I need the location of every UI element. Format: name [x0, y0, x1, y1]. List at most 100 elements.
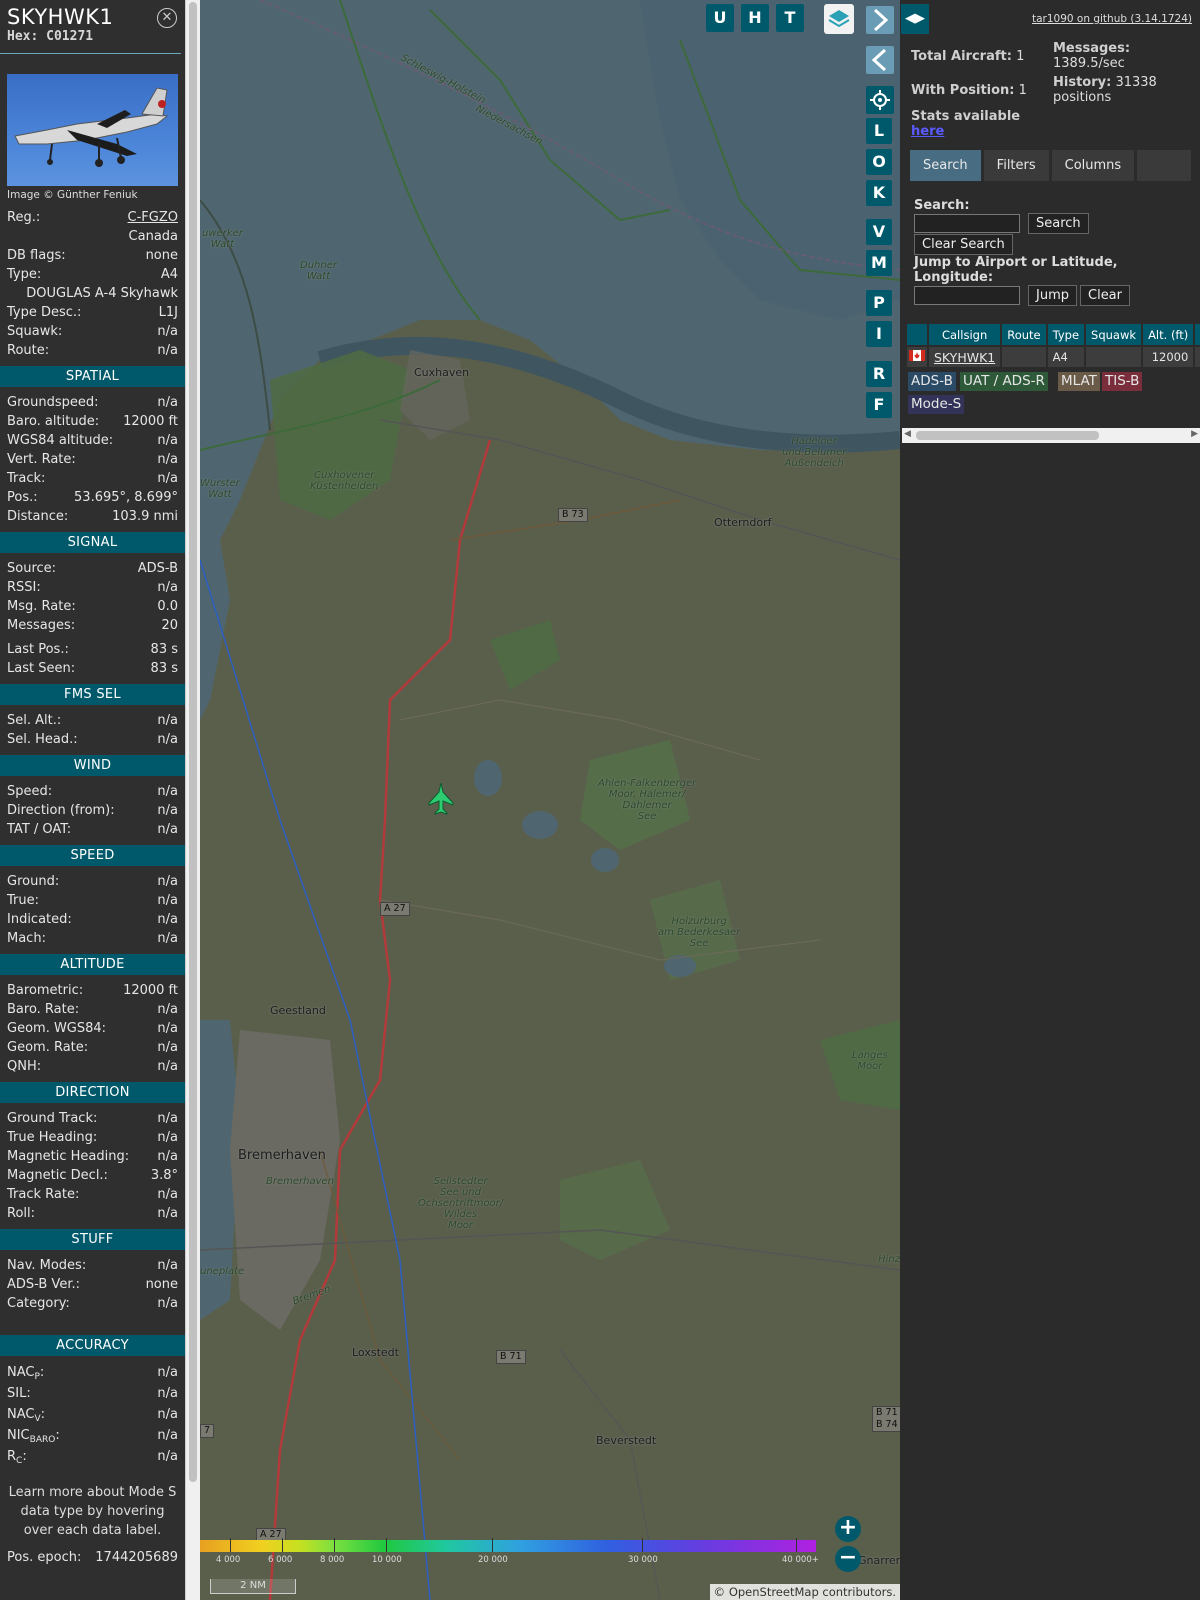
- info-label[interactable]: Ground:: [7, 872, 59, 891]
- info-label[interactable]: NACV:: [7, 1404, 45, 1425]
- layers-icon[interactable]: [824, 4, 854, 34]
- info-label[interactable]: Groundspeed:: [7, 393, 98, 412]
- stats-link[interactable]: here: [911, 124, 944, 139]
- info-label[interactable]: Last Seen:: [7, 659, 75, 678]
- info-label[interactable]: QNH:: [7, 1057, 41, 1076]
- table-row[interactable]: SKYHWK1 A4 12000: [907, 345, 1200, 367]
- map-button-p[interactable]: P: [866, 290, 892, 316]
- search-input[interactable]: [914, 214, 1020, 233]
- info-label[interactable]: True:: [7, 891, 39, 910]
- jump-input[interactable]: [914, 286, 1020, 305]
- column-header-callsign[interactable]: Callsign: [928, 324, 1003, 346]
- map-button-m[interactable]: M: [866, 250, 892, 276]
- info-label[interactable]: Track:: [7, 469, 45, 488]
- info-label[interactable]: RC:: [7, 1446, 27, 1467]
- info-label[interactable]: Source:: [7, 559, 56, 578]
- info-label[interactable]: Barometric:: [7, 981, 83, 1000]
- sidebar-resize-icon[interactable]: ◀▶: [901, 4, 929, 34]
- tab-filters[interactable]: Filters: [983, 150, 1049, 181]
- column-header-sp[interactable]: Sp: [1194, 324, 1200, 346]
- info-label[interactable]: ADS-B Ver.:: [7, 1275, 80, 1294]
- info-label[interactable]: TAT / OAT:: [7, 820, 71, 839]
- source-chip-tis-b[interactable]: TIS-B: [1102, 372, 1143, 391]
- map-attribution: © OpenStreetMap contributors.: [709, 1584, 900, 1600]
- version-link[interactable]: tar1090 on github (3.14.1724): [1032, 13, 1192, 25]
- info-label[interactable]: Geom. WGS84:: [7, 1019, 106, 1038]
- info-label[interactable]: Category:: [7, 1294, 70, 1313]
- info-row: Ground Track: n/a: [0, 1109, 185, 1128]
- scrollbar-thumb[interactable]: [189, 2, 197, 1482]
- settings-gear-icon[interactable]: [866, 86, 894, 114]
- info-label[interactable]: Indicated:: [7, 910, 72, 929]
- column-header-squawk[interactable]: Squawk: [1085, 324, 1144, 346]
- info-label[interactable]: Ground Track:: [7, 1109, 97, 1128]
- map-button-v[interactable]: V: [866, 219, 892, 245]
- info-label[interactable]: Messages:: [7, 616, 75, 635]
- registration-link[interactable]: C-FGZO: [128, 208, 178, 227]
- info-label[interactable]: NACP:: [7, 1362, 44, 1383]
- source-chip-ads-b[interactable]: ADS-B: [908, 372, 956, 391]
- info-label[interactable]: Sel. Head.:: [7, 730, 78, 749]
- info-label[interactable]: RSSI:: [7, 578, 41, 597]
- info-label[interactable]: Speed:: [7, 782, 52, 801]
- info-label[interactable]: WGS84 altitude:: [7, 431, 113, 450]
- collapse-sidebar-icon[interactable]: [866, 46, 894, 74]
- info-label[interactable]: Baro. Rate:: [7, 1000, 79, 1019]
- info-label[interactable]: Magnetic Decl.:: [7, 1166, 108, 1185]
- info-label[interactable]: True Heading:: [7, 1128, 97, 1147]
- info-label[interactable]: Baro. altitude:: [7, 412, 99, 431]
- zoom-in-button[interactable]: +: [835, 1516, 861, 1542]
- info-label[interactable]: Sel. Alt.:: [7, 711, 61, 730]
- scrollbar-thumb[interactable]: [916, 431, 1099, 440]
- info-label[interactable]: Geom. Rate:: [7, 1038, 88, 1057]
- column-header-flag[interactable]: [907, 324, 929, 346]
- map-button-l[interactable]: L: [866, 118, 892, 144]
- info-label[interactable]: Direction (from):: [7, 801, 115, 820]
- cell-callsign[interactable]: SKYHWK1: [928, 345, 1003, 367]
- info-label[interactable]: SIL:: [7, 1383, 31, 1404]
- info-label[interactable]: NICBARO:: [7, 1425, 60, 1446]
- table-horizontal-scrollbar[interactable]: ◀ ▶: [902, 428, 1200, 443]
- info-label[interactable]: Magnetic Heading:: [7, 1147, 129, 1166]
- info-panel-scrollbar[interactable]: [185, 0, 200, 1600]
- map-button-r[interactable]: R: [866, 361, 892, 387]
- column-header-type[interactable]: Type: [1046, 324, 1087, 346]
- info-label[interactable]: Distance:: [7, 507, 68, 526]
- info-label[interactable]: Msg. Rate:: [7, 597, 76, 616]
- info-label[interactable]: Roll:: [7, 1204, 35, 1223]
- search-button[interactable]: Search: [1028, 213, 1089, 234]
- attribution-link[interactable]: OpenStreetMap: [729, 1585, 819, 1599]
- source-chip-uat-ads-r[interactable]: UAT / ADS-R: [960, 372, 1048, 391]
- scroll-left-icon[interactable]: ◀: [904, 429, 911, 439]
- info-label[interactable]: Mach:: [7, 929, 46, 948]
- tab-search[interactable]: Search: [910, 150, 981, 181]
- jump-button[interactable]: Jump: [1028, 285, 1077, 306]
- source-chip-mode-s[interactable]: Mode-S: [908, 395, 965, 414]
- info-label[interactable]: Pos.:: [7, 488, 38, 507]
- map-button-f[interactable]: F: [866, 392, 892, 418]
- aircraft-marker-icon[interactable]: [428, 782, 454, 816]
- map-button-o[interactable]: O: [866, 149, 892, 175]
- info-label[interactable]: Track Rate:: [7, 1185, 79, 1204]
- column-header-route[interactable]: Route: [1001, 324, 1048, 346]
- expand-sidebar-icon[interactable]: [866, 6, 894, 34]
- map-button-k[interactable]: K: [866, 180, 892, 206]
- info-label[interactable]: Last Pos.:: [7, 640, 69, 659]
- tab-columns[interactable]: Columns: [1051, 150, 1135, 181]
- info-label[interactable]: Vert. Rate:: [7, 450, 76, 469]
- aircraft-photo[interactable]: [7, 74, 178, 186]
- map-button-h[interactable]: H: [741, 4, 769, 32]
- info-value: ADS-B: [137, 561, 178, 576]
- source-chip-mlat[interactable]: MLAT: [1058, 372, 1100, 391]
- scroll-right-icon[interactable]: ▶: [1191, 429, 1198, 439]
- column-header-alt-ft[interactable]: Alt. (ft): [1142, 324, 1196, 346]
- clear-search-button[interactable]: Clear Search: [914, 234, 1013, 255]
- map[interactable]: Cuxhaven Otterndorf Geestland Bremerhave…: [200, 0, 900, 1600]
- close-icon[interactable]: ✕: [157, 8, 177, 28]
- info-label[interactable]: Nav. Modes:: [7, 1256, 86, 1275]
- zoom-out-button[interactable]: −: [835, 1546, 861, 1572]
- map-button-i[interactable]: I: [866, 321, 892, 347]
- map-button-t[interactable]: T: [776, 4, 804, 32]
- map-button-u[interactable]: U: [706, 4, 734, 32]
- clear-jump-button[interactable]: Clear: [1080, 285, 1130, 306]
